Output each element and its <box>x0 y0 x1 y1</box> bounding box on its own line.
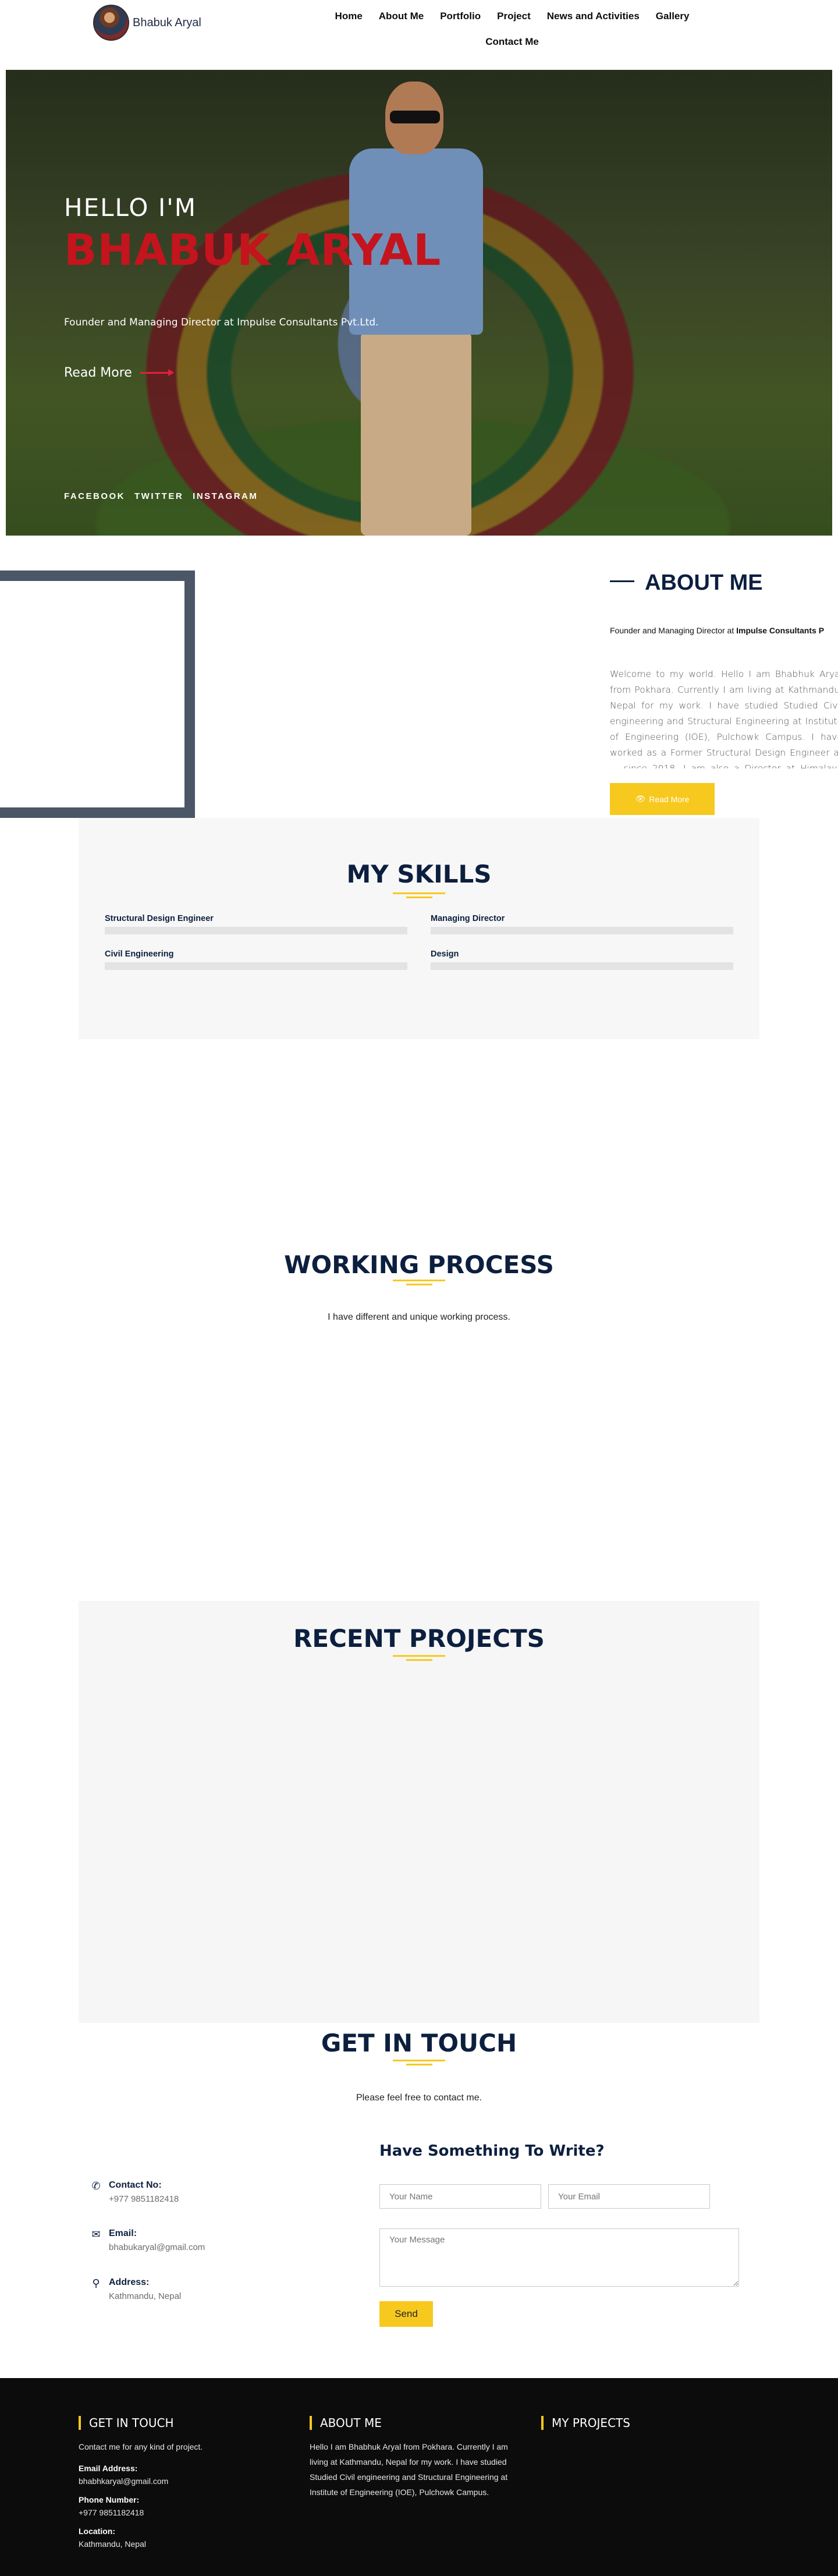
hero-section: HELLO I'M BHABUK ARYAL Founder and Manag… <box>6 70 832 536</box>
hero-read-more-label: Read More <box>64 366 132 380</box>
eye-icon: 👁 <box>635 794 646 803</box>
footer-about: ABOUT ME Hello I am Bhabhuk Aryal from P… <box>310 2416 519 2500</box>
skill-item: Managing Director <box>431 914 733 934</box>
name-input[interactable] <box>379 2184 541 2209</box>
envelope-icon: ✉ <box>91 2228 101 2240</box>
about-read-more-button[interactable]: 👁 Read More <box>610 783 715 815</box>
skill-label: Structural Design Engineer <box>105 914 214 923</box>
skill-progress-bar <box>431 927 733 934</box>
nav-news-and-activities[interactable]: News and Activities <box>547 9 640 23</box>
nav-project[interactable]: Project <box>497 9 531 23</box>
nav-portfolio[interactable]: Portfolio <box>440 9 481 23</box>
footer-about-text: Hello I am Bhabhuk Aryal from Pokhara. C… <box>310 2442 508 2497</box>
about-image-frame <box>0 571 195 818</box>
footer-location-label: Location: <box>79 2527 115 2536</box>
skill-label: Design <box>431 949 459 959</box>
about-body: Welcome to my world. Hello I am Bhabhuk … <box>610 669 838 768</box>
contact-title-underline <box>393 2060 445 2065</box>
contact-subtitle: Please feel free to contact me. <box>356 2093 482 2103</box>
nav-home[interactable]: Home <box>335 9 363 23</box>
working-process-title: WORKING PROCESS <box>284 1250 554 1279</box>
hero-read-more-link[interactable]: Read More <box>64 366 174 380</box>
contact-address: ⚲ Address: Kathmandu, Nepal <box>90 2277 181 2301</box>
footer-get-in-touch: GET IN TOUCH Contact me for any kind of … <box>79 2416 271 2549</box>
contact-email: ✉ Email: bhabukaryal@gmail.com <box>90 2228 205 2252</box>
nav-about-me[interactable]: About Me <box>379 9 424 23</box>
social-links: FACEBOOK TWITTER INSTAGRAM <box>64 491 258 501</box>
email-input[interactable] <box>548 2184 710 2209</box>
hero-heading: HELLO I'M BHABUK ARYAL <box>64 193 441 275</box>
footer-heading: GET IN TOUCH <box>79 2416 271 2430</box>
recent-projects-title: RECENT PROJECTS <box>293 1624 545 1653</box>
skill-item: Structural Design Engineer <box>105 914 407 934</box>
working-process-subtitle: I have different and unique working proc… <box>328 1312 510 1322</box>
hero-role: Founder and Managing Director at Impulse… <box>64 317 379 328</box>
hero-greeting: HELLO I'M <box>64 193 197 222</box>
skill-label: Managing Director <box>431 914 505 923</box>
contact-value: Kathmandu, Nepal <box>109 2291 182 2301</box>
social-twitter-link[interactable]: TWITTER <box>134 491 183 501</box>
nav-gallery[interactable]: Gallery <box>656 9 690 23</box>
contact-value: +977 9851182418 <box>109 2194 179 2204</box>
site-footer: GET IN TOUCH Contact me for any kind of … <box>0 2378 838 2576</box>
contact-label: Email: <box>109 2228 137 2238</box>
hero-name: BHABUK ARYAL <box>64 225 442 275</box>
working-process-underline <box>393 1280 445 1285</box>
phone-icon: ✆ <box>91 2180 101 2192</box>
footer-heading: MY PROJECTS <box>541 2416 733 2430</box>
about-title-line <box>610 580 634 582</box>
footer-text: Contact me for any kind of project. <box>79 2442 203 2451</box>
skill-progress-bar <box>105 962 407 970</box>
main-nav: Home About Me Portfolio Project News and… <box>314 9 710 49</box>
social-facebook-link[interactable]: FACEBOOK <box>64 491 125 501</box>
send-button[interactable]: Send <box>379 2301 433 2327</box>
form-title: Have Something To Write? <box>379 2142 605 2160</box>
social-instagram-link[interactable]: INSTAGRAM <box>193 491 258 501</box>
contact-label: Address: <box>109 2277 150 2287</box>
hero-photo <box>349 70 483 536</box>
skills-title-underline <box>393 892 445 898</box>
skills-section: MY SKILLS Structural Design Engineer Man… <box>79 818 759 1039</box>
recent-projects-section: RECENT PROJECTS <box>79 1601 759 2023</box>
contact-label: Contact No: <box>109 2180 162 2190</box>
skill-progress-bar <box>431 962 733 970</box>
footer-phone-label: Phone Number: <box>79 2495 140 2504</box>
contact-phone: ✆ Contact No: +977 9851182418 <box>90 2180 179 2204</box>
footer-email-label: Email Address: <box>79 2464 138 2473</box>
skill-item: Design <box>431 949 733 970</box>
nav-contact-me[interactable]: Contact Me <box>485 35 539 49</box>
footer-heading: ABOUT ME <box>310 2416 519 2430</box>
location-pin-icon: ⚲ <box>92 2277 100 2289</box>
skill-progress-bar <box>105 927 407 934</box>
avatar <box>93 5 129 41</box>
skills-title: MY SKILLS <box>346 860 492 888</box>
site-header: Bhabuk Aryal Home About Me Portfolio Pro… <box>0 0 838 69</box>
footer-projects: MY PROJECTS <box>541 2416 733 2430</box>
contact-value: bhabukaryal@gmail.com <box>109 2242 205 2252</box>
contact-title: GET IN TOUCH <box>321 2029 517 2057</box>
footer-location-value: Kathmandu, Nepal <box>79 2539 146 2549</box>
footer-email-value[interactable]: bhabhkaryal@gmail.com <box>79 2476 271 2486</box>
recent-projects-underline <box>393 1655 445 1661</box>
about-read-more-label: Read More <box>649 794 690 804</box>
logo-link[interactable]: Bhabuk Aryal <box>93 5 201 41</box>
about-title: ABOUT ME <box>645 571 763 595</box>
logo-text: Bhabuk Aryal <box>133 16 201 29</box>
skill-item: Civil Engineering <box>105 949 407 970</box>
message-textarea[interactable] <box>379 2228 739 2287</box>
arrow-right-icon <box>140 369 174 376</box>
skill-label: Civil Engineering <box>105 949 174 959</box>
about-subtitle: Founder and Managing Director at Impulse… <box>610 626 825 635</box>
footer-phone-value[interactable]: +977 9851182418 <box>79 2508 271 2517</box>
